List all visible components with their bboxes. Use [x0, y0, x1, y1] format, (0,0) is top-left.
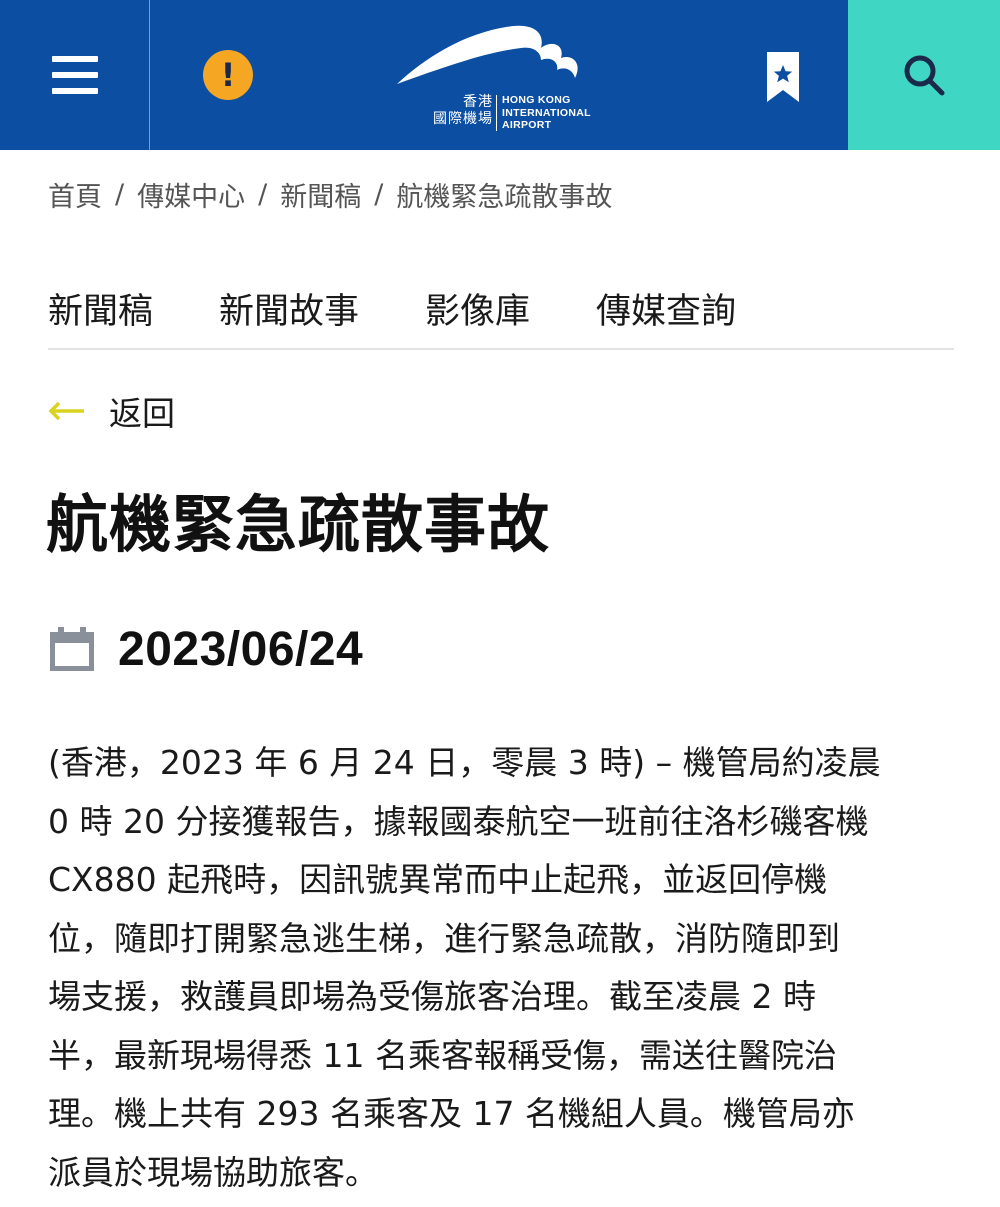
breadcrumb-separator: / — [115, 178, 125, 210]
search-icon — [904, 55, 945, 96]
logo-en-line-2: INTERNATIONAL — [502, 106, 591, 119]
site-header: ! 香港 國際機場 HONG KONG INTERNATIONAL AIRPOR… — [0, 0, 1000, 150]
media-tabs: 新聞稿 新聞故事 影像庫 傳媒查詢 — [48, 288, 954, 350]
breadcrumb: 首頁 / 傳媒中心 / 新聞稿 / 航機緊急疏散事故 — [48, 174, 612, 214]
body-line: 理。機上共有 293 名乘客及 17 名機組人員。機管局亦 — [48, 1094, 855, 1133]
page-title: 航機緊急疏散事故 — [46, 488, 551, 561]
logo-english-name: HONG KONG INTERNATIONAL AIRPORT — [502, 94, 612, 132]
breadcrumb-separator: / — [258, 178, 268, 210]
left-arrow-icon — [48, 401, 84, 421]
search-button[interactable] — [848, 0, 1000, 150]
menu-button[interactable] — [0, 0, 150, 150]
back-label: 返回 — [109, 394, 175, 433]
exclamation-alert-icon: ! — [220, 56, 236, 94]
hkia-logo-mark — [397, 25, 578, 85]
body-line: CX880 起飛時，因訊號異常而中止起飛，並返回停機 — [48, 860, 828, 899]
body-line: 0 時 20 分接獲報告，據報國泰航空一班前往洛杉磯客機 — [48, 801, 869, 841]
bookmark-button[interactable] — [765, 50, 801, 104]
logo-zh-line-1: 香港 — [463, 94, 493, 110]
breadcrumb-home[interactable]: 首頁 — [48, 175, 102, 214]
back-link[interactable]: 返回 — [48, 388, 175, 434]
tab-media-enquiries[interactable]: 傳媒查詢 — [596, 288, 736, 336]
tab-image-library[interactable]: 影像庫 — [425, 288, 530, 336]
body-line: 派員於現場協助旅客。 — [48, 1152, 378, 1192]
article-body: (香港，2023 年 6 月 24 日，零晨 3 時) – 機管局約凌晨 0 時… — [48, 734, 968, 1202]
body-line: 場支援，救護員即場為受傷旅客治理。截至凌晨 2 時 — [48, 977, 816, 1016]
hkia-logo[interactable]: 香港 國際機場 HONG KONG INTERNATIONAL AIRPORT — [395, 18, 610, 136]
alert-button[interactable]: ! — [203, 50, 253, 100]
tab-press-releases[interactable]: 新聞稿 — [48, 288, 153, 336]
breadcrumb-separator: / — [374, 178, 384, 210]
calendar-icon — [50, 627, 94, 671]
logo-chinese-name: 香港 國際機場 — [417, 94, 493, 128]
logo-en-line-1: HONG KONG — [502, 94, 571, 106]
logo-divider — [496, 95, 497, 131]
body-line: (香港，2023 年 6 月 24 日，零晨 3 時) – 機管局約凌晨 — [48, 743, 881, 782]
article-date: 2023/06/24 — [48, 618, 363, 680]
logo-en-line-3: AIRPORT — [502, 119, 552, 131]
breadcrumb-current: 航機緊急疏散事故 — [396, 181, 613, 213]
bookmark-star-icon — [767, 52, 799, 102]
hamburger-menu-icon — [51, 56, 98, 94]
body-line: 半，最新現場得悉 11 名乘客報稱受傷，需送往醫院治 — [48, 1035, 837, 1075]
logo-zh-line-2: 國際機場 — [433, 111, 493, 127]
breadcrumb-press-releases[interactable]: 新聞稿 — [280, 175, 361, 214]
date-text: 2023/06/24 — [118, 622, 364, 676]
tab-news-stories[interactable]: 新聞故事 — [219, 288, 359, 336]
breadcrumb-media-centre[interactable]: 傳媒中心 — [137, 175, 245, 214]
body-line: 位，隨即打開緊急逃生梯，進行緊急疏散，消防隨即到 — [48, 918, 840, 958]
